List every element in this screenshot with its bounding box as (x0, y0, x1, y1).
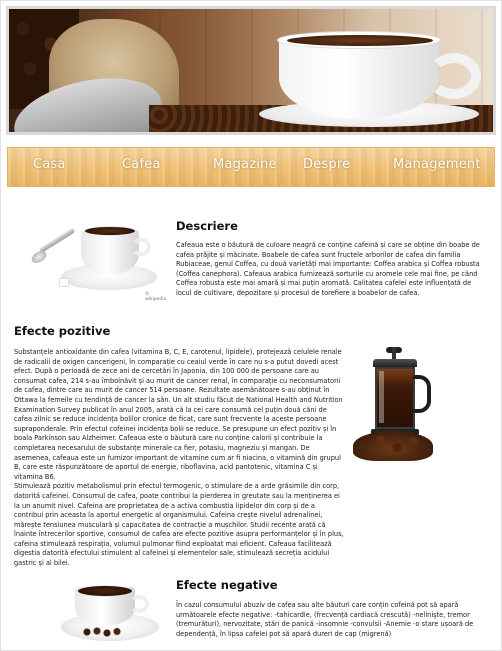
efecte-pozitive-text: Substanțele antioxidante din cafea (vita… (14, 348, 344, 568)
section-title-efecte-negative: Efecte negative (176, 578, 278, 592)
nav-item-casa[interactable]: Casa (33, 157, 66, 172)
coffee-cup-spoon-image: © wikipedia (29, 216, 171, 306)
section-title-descriere: Descriere (176, 219, 238, 233)
coffee-cup-image (279, 37, 439, 119)
nav-item-despre[interactable]: Despre (303, 157, 350, 172)
descriere-text: Cafeaua este o băutură de culoare neagră… (176, 241, 480, 297)
nav-item-management[interactable]: Management (393, 157, 481, 172)
nav-item-cafea[interactable]: Cafea (122, 157, 161, 172)
section-title-efecte-pozitive: Efecte pozitive (14, 324, 111, 338)
coffee-cup-beans-image (57, 581, 167, 651)
main-nav: Casa Cafea Magazine Despre Management (7, 147, 495, 187)
header-banner (6, 6, 496, 135)
image-credit: © wikipedia (145, 292, 167, 302)
efecte-negative-text: În cazul consumului abuziv de cafea sau … (176, 601, 474, 638)
coffee-banner-image (9, 9, 493, 132)
nav-item-magazine[interactable]: Magazine (213, 157, 277, 172)
page: Casa Cafea Magazine Despre Management © … (0, 0, 502, 651)
french-press-image (353, 347, 441, 462)
